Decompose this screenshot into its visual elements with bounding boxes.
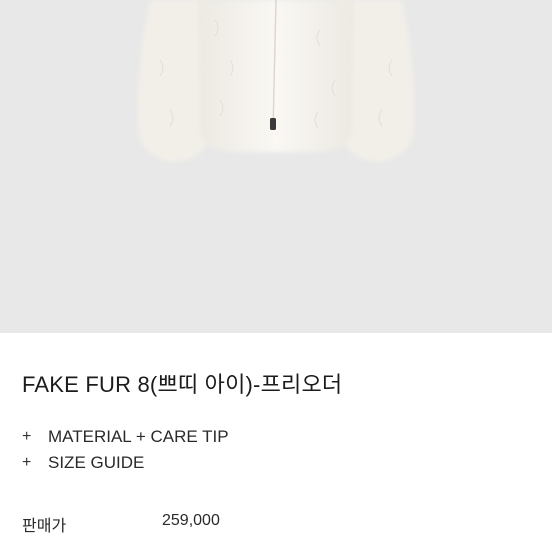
product-info-accordion: + MATERIAL + CARE TIP + SIZE GUIDE: [22, 424, 422, 476]
accordion-label-size-guide: SIZE GUIDE: [48, 453, 145, 472]
fur-jacket-illustration: [137, 0, 415, 162]
accordion-size-guide[interactable]: + SIZE GUIDE: [22, 450, 422, 476]
accordion-label-material-care: MATERIAL + CARE TIP: [48, 427, 229, 446]
zipper-pull-icon: [270, 118, 276, 130]
product-page: FAKE FUR 8(쁘띠 아이)-프리오더 + MATERIAL + CARE…: [0, 0, 552, 552]
plus-icon: +: [22, 428, 32, 445]
price-row: 판매가 259,000: [22, 512, 422, 535]
accordion-material-care[interactable]: + MATERIAL + CARE TIP: [22, 424, 422, 450]
product-image[interactable]: [0, 0, 552, 333]
plus-icon: +: [22, 454, 32, 471]
product-title: FAKE FUR 8(쁘띠 아이)-프리오더: [22, 372, 343, 397]
price-value: 259,000: [162, 512, 220, 529]
price-label: 판매가: [22, 518, 67, 535]
